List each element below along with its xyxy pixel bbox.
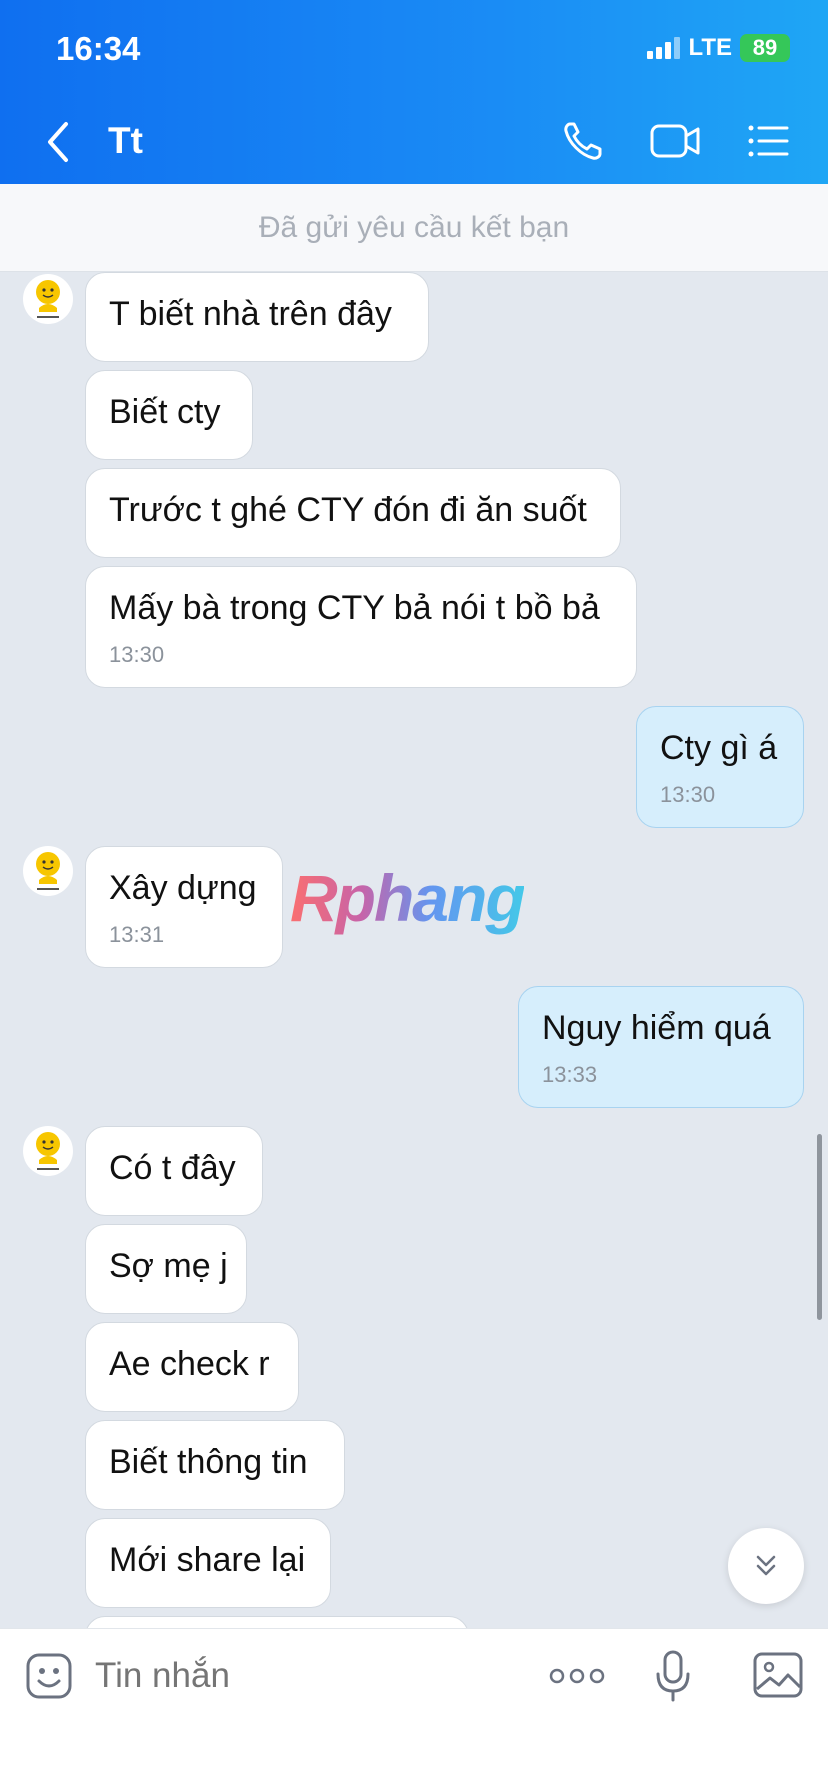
message-time: 13:33 bbox=[542, 1062, 598, 1087]
message-text: Sợ mẹ j bbox=[109, 1247, 228, 1285]
message-time: 13:30 bbox=[109, 642, 165, 667]
status-time: 16:34 bbox=[56, 30, 141, 67]
video-camera-icon bbox=[650, 124, 700, 158]
scroll-to-bottom-button[interactable] bbox=[728, 1528, 804, 1604]
double-chevron-down-icon bbox=[756, 1555, 776, 1576]
message-text: Trước t ghé CTY đón đi ăn suốt bbox=[109, 491, 587, 529]
image-icon bbox=[753, 1652, 803, 1698]
message-text: Cty gì á bbox=[660, 729, 778, 767]
message-bubble[interactable]: Biết thông tin bbox=[85, 1420, 345, 1510]
message-text: T biết nhà trên đây bbox=[109, 295, 392, 333]
smiley-avatar-icon bbox=[36, 1132, 60, 1170]
emoji-button[interactable] bbox=[24, 1651, 74, 1701]
message-bubble[interactable]: Mới share lại bbox=[85, 1518, 331, 1608]
chevron-left-icon bbox=[48, 122, 68, 162]
scrollbar[interactable] bbox=[817, 1134, 822, 1320]
message-text: Mấy bà trong CTY bả nói t bồ bả bbox=[109, 589, 600, 627]
smiley-avatar-icon bbox=[36, 280, 60, 318]
more-options-button[interactable] bbox=[548, 1659, 606, 1693]
message-text: Nguy hiểm quá bbox=[542, 1009, 771, 1047]
message-bubble[interactable]: Mấy bà trong CTY bả nói t bồ bả 13:30 bbox=[85, 566, 637, 688]
voice-call-button[interactable] bbox=[560, 118, 610, 164]
smiley-avatar-icon bbox=[36, 852, 60, 890]
network-type: LTE bbox=[688, 34, 732, 61]
message-text: Ae check r bbox=[109, 1345, 270, 1383]
message-bubble[interactable]: Ae check r bbox=[85, 1322, 299, 1412]
my-message-bubble[interactable]: Cty gì á 13:30 bbox=[636, 706, 804, 828]
message-text: Mới share lại bbox=[109, 1541, 306, 1579]
message-input[interactable] bbox=[95, 1643, 515, 1709]
watermark-logo: Rphang bbox=[290, 861, 526, 935]
message-text: Xây dựng bbox=[109, 869, 257, 907]
voice-message-button[interactable] bbox=[654, 1649, 692, 1703]
list-menu-icon bbox=[748, 125, 789, 157]
video-call-button[interactable] bbox=[648, 118, 704, 164]
signal-icon bbox=[647, 37, 681, 59]
message-bubble[interactable]: Xây dựng 13:31 bbox=[85, 846, 283, 968]
message-composer bbox=[0, 1628, 828, 1792]
phone-icon bbox=[564, 122, 602, 160]
chat-header: 16:34 LTE 89 Tt bbox=[0, 0, 828, 184]
status-indicators: LTE 89 bbox=[647, 34, 790, 62]
contact-avatar[interactable] bbox=[23, 274, 73, 324]
message-text: Biết thông tin bbox=[109, 1443, 308, 1481]
battery-level: 89 bbox=[752, 35, 778, 60]
my-message-bubble[interactable]: Nguy hiểm quá 13:33 bbox=[518, 986, 804, 1108]
contact-avatar[interactable] bbox=[23, 1126, 73, 1176]
message-bubble[interactable]: T biết nhà trên đây bbox=[85, 272, 429, 362]
message-time: 13:31 bbox=[109, 922, 165, 947]
friend-request-banner[interactable]: Đã gửi yêu cầu kết bạn bbox=[0, 184, 828, 272]
message-text: Có t đây bbox=[109, 1149, 236, 1187]
back-button[interactable] bbox=[40, 118, 80, 166]
more-dots-icon bbox=[549, 1668, 605, 1684]
emoji-icon bbox=[26, 1653, 72, 1699]
battery-indicator: 89 bbox=[740, 34, 790, 62]
message-bubble[interactable]: Có t đây bbox=[85, 1126, 263, 1216]
message-bubble-partial[interactable] bbox=[85, 1616, 469, 1628]
message-bubble[interactable]: Biết cty bbox=[85, 370, 253, 460]
send-image-button[interactable] bbox=[752, 1651, 804, 1699]
contact-avatar[interactable] bbox=[23, 846, 73, 896]
message-time: 13:30 bbox=[660, 782, 716, 807]
menu-button[interactable] bbox=[746, 118, 790, 164]
message-text: Biết cty bbox=[109, 393, 221, 431]
message-list[interactable]: T biết nhà trên đây Biết cty Trước t ghé… bbox=[0, 272, 828, 1628]
microphone-icon bbox=[656, 1650, 690, 1702]
message-bubble[interactable]: Trước t ghé CTY đón đi ăn suốt bbox=[85, 468, 621, 558]
conversation-title: Tt bbox=[108, 120, 143, 161]
message-bubble[interactable]: Sợ mẹ j bbox=[85, 1224, 247, 1314]
